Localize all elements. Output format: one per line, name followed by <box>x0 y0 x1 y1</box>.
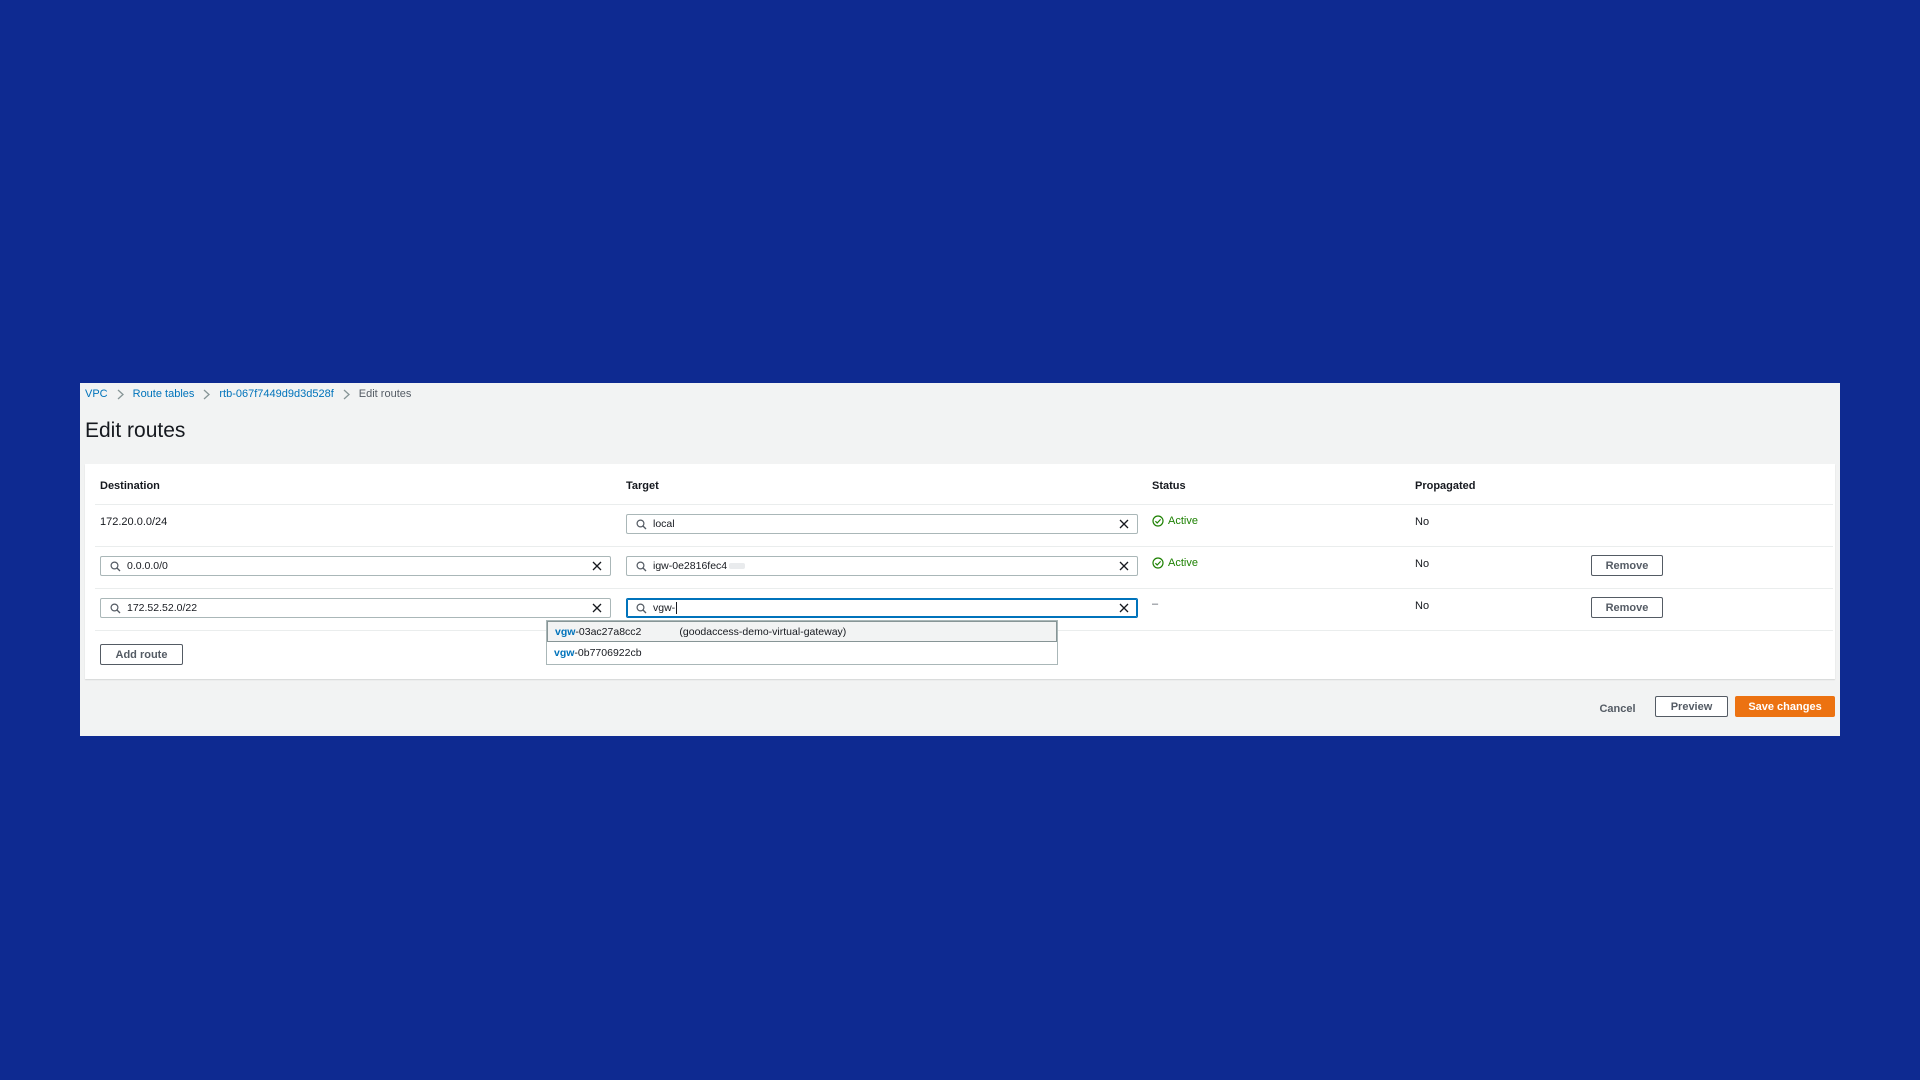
row1-status: Active <box>1152 515 1198 527</box>
row2-target-input[interactable]: igw-0e2816fec4 <box>626 556 1138 576</box>
row3-target-value: vgw- <box>653 602 678 614</box>
clear-icon[interactable] <box>590 559 604 573</box>
breadcrumb-route-tables[interactable]: Route tables <box>133 388 195 400</box>
breadcrumb-vpc[interactable]: VPC <box>85 388 108 400</box>
breadcrumb-current: Edit routes <box>358 388 412 400</box>
search-icon <box>634 601 648 615</box>
row-divider <box>95 588 1833 589</box>
clear-icon[interactable] <box>590 601 604 615</box>
search-icon <box>108 601 122 615</box>
row2-target-value: igw-0e2816fec4 <box>653 560 1117 572</box>
chevron-right-icon <box>117 389 124 400</box>
preview-button[interactable]: Preview <box>1655 696 1728 717</box>
header-status: Status <box>1152 480 1186 492</box>
row3-destination-value: 172.52.52.0/22 <box>127 602 198 614</box>
row1-target-value: local <box>653 518 675 530</box>
breadcrumb-route-table-id[interactable]: rtb-067f7449d9d3d528f <box>219 388 333 400</box>
check-circle-icon <box>1152 557 1164 569</box>
search-icon <box>108 559 122 573</box>
row3-status: – <box>1152 598 1159 610</box>
clear-icon[interactable] <box>1117 559 1131 573</box>
dropdown-option[interactable]: vgw -03ac27a8cc2 (goodaccess-demo-virtual… <box>547 621 1057 642</box>
header-propagated: Propagated <box>1415 480 1476 492</box>
row3-propagated: No <box>1415 600 1430 612</box>
row1-target-input[interactable]: local <box>626 514 1138 534</box>
row3-target-input[interactable]: vgw- <box>626 598 1138 618</box>
clear-icon[interactable] <box>1117 601 1131 615</box>
row-divider <box>95 546 1833 547</box>
row1-status-label: Active <box>1168 515 1198 527</box>
search-icon <box>634 517 648 531</box>
target-autocomplete-dropdown: vgw -03ac27a8cc2 (goodaccess-demo-virtual… <box>546 620 1058 665</box>
search-icon <box>634 559 648 573</box>
breadcrumb: VPC Route tables rtb-067f7449d9d3d528f E… <box>85 385 411 403</box>
edit-routes-panel: VPC Route tables rtb-067f7449d9d3d528f E… <box>80 383 1840 736</box>
redacted-text <box>729 563 746 569</box>
row2-destination-value: 0.0.0.0/0 <box>127 560 168 572</box>
add-route-button[interactable]: Add route <box>100 644 183 665</box>
save-changes-button[interactable]: Save changes <box>1735 696 1835 717</box>
chevron-right-icon <box>203 389 211 400</box>
page-title: Edit routes <box>85 419 186 442</box>
text-cursor <box>676 602 678 614</box>
chevron-right-icon <box>343 389 350 400</box>
header-destination: Destination <box>100 480 160 492</box>
row2-propagated: No <box>1415 558 1430 570</box>
row3-destination-input[interactable]: 172.52.52.0/22 <box>100 598 611 618</box>
row1-propagated: No <box>1415 516 1430 528</box>
check-circle-icon <box>1152 515 1164 527</box>
clear-icon[interactable] <box>1117 517 1131 531</box>
row2-status: Active <box>1152 557 1198 569</box>
header-target: Target <box>626 480 659 492</box>
row2-remove-button[interactable]: Remove <box>1591 555 1663 576</box>
cancel-button[interactable]: Cancel <box>1590 698 1645 719</box>
row2-destination-input[interactable]: 0.0.0.0/0 <box>100 556 611 576</box>
row3-remove-button[interactable]: Remove <box>1591 597 1663 618</box>
row1-destination: 172.20.0.0/24 <box>100 516 168 528</box>
row-divider <box>95 504 1833 505</box>
dropdown-option[interactable]: vgw -0b7706922cb <box>547 642 1057 663</box>
row2-status-label: Active <box>1168 557 1198 569</box>
